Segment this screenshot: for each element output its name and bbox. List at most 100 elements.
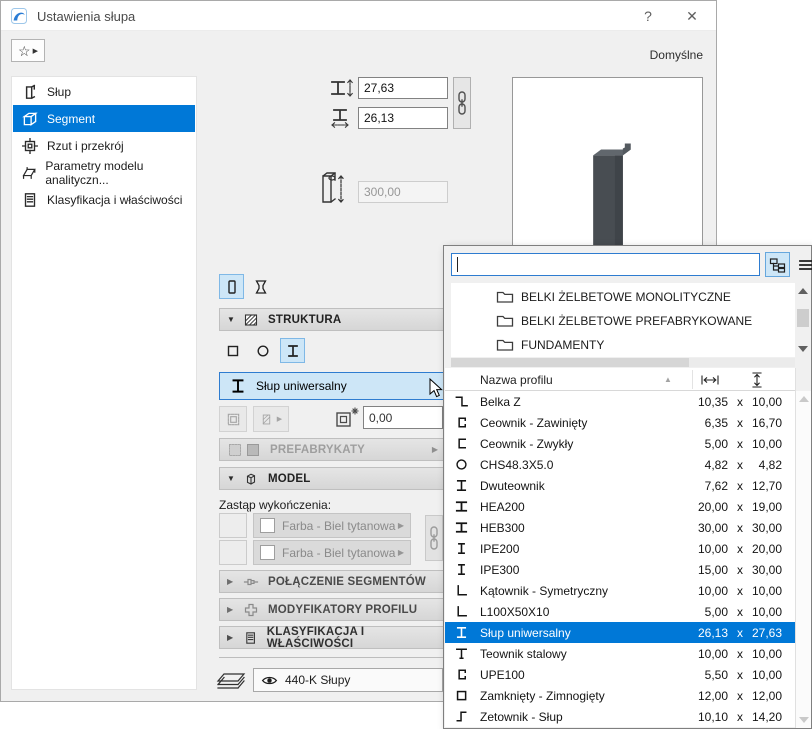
profile-name: Teownik stalowy bbox=[480, 646, 567, 661]
scroll-down-icon[interactable] bbox=[798, 346, 808, 352]
triangle-right-icon: ▶ bbox=[227, 633, 234, 642]
profile-height: 12,00 bbox=[751, 688, 782, 703]
profile-width: 10,35 bbox=[697, 394, 728, 409]
finish-top-button[interactable] bbox=[219, 513, 247, 538]
i-profile-icon bbox=[229, 377, 247, 395]
dotted-square-icon bbox=[227, 442, 243, 458]
profile-row[interactable]: Ceownik - Zawinięty 6,35 x 16,70 bbox=[445, 412, 796, 434]
sidebar-item-1[interactable]: Słup bbox=[13, 78, 195, 105]
profile-height: 30,00 bbox=[751, 520, 782, 535]
height-column-icon[interactable] bbox=[752, 372, 762, 388]
chevron-right-icon: ▶ bbox=[397, 548, 404, 557]
defaults-label[interactable]: Domyślne bbox=[601, 48, 703, 62]
profile-row[interactable]: Zetownik - Słup 10,10 x 14,20 bbox=[445, 706, 796, 727]
sidebar-item-label: Rzut i przekrój bbox=[47, 138, 124, 153]
profile-height: 14,20 bbox=[751, 709, 782, 724]
dimension-separator: x bbox=[737, 394, 743, 409]
link-dimensions-button[interactable] bbox=[453, 77, 471, 129]
profile-row[interactable]: Belka Z 10,35 x 10,00 bbox=[445, 391, 796, 413]
folder-item[interactable]: FUNDAMENTY bbox=[451, 333, 795, 357]
close-button[interactable]: ✕ bbox=[677, 4, 707, 28]
profile-name: HEA200 bbox=[480, 499, 525, 514]
profile-width-field[interactable]: 26,13 bbox=[358, 107, 448, 129]
profile-width: 5,50 bbox=[704, 667, 728, 682]
triangle-right-icon: ▶ bbox=[227, 577, 234, 586]
profile-table-header[interactable]: Nazwa profilu ▲ bbox=[445, 368, 796, 391]
section-segment-connection-label: POŁĄCZENIE SEGMENTÓW bbox=[268, 575, 426, 588]
profile-row[interactable]: Zamknięty - Zimnogięty 12,00 x 12,00 bbox=[445, 685, 796, 707]
tapered-segment-toggle[interactable] bbox=[248, 274, 273, 299]
profile-width: 5,00 bbox=[704, 604, 728, 619]
profile-height-field[interactable]: 27,63 bbox=[358, 77, 448, 99]
profile-row[interactable]: IPE300 15,00 x 30,00 bbox=[445, 559, 796, 581]
width-column-icon[interactable] bbox=[701, 375, 719, 385]
shape-rectangle-toggle[interactable] bbox=[220, 338, 245, 363]
profile-row[interactable]: Ceownik - Zwykły 5,00 x 10,00 bbox=[445, 433, 796, 455]
scrollbar-thumb[interactable] bbox=[451, 358, 689, 367]
offset-field[interactable]: 0,00 bbox=[363, 406, 443, 429]
profile-row[interactable]: Dwuteownik 7,62 x 12,70 bbox=[445, 475, 796, 497]
uniform-segment-toggle[interactable] bbox=[219, 274, 244, 299]
profile-name: HEB300 bbox=[480, 520, 525, 535]
section-profile-modifiers[interactable]: ▶ MODYFIKATORY PROFILU bbox=[219, 598, 446, 621]
t-steel-profile-icon bbox=[454, 646, 469, 661]
table-scrollbar[interactable] bbox=[796, 391, 811, 728]
tree-scrollbar[interactable] bbox=[795, 283, 811, 357]
help-button[interactable]: ? bbox=[633, 4, 663, 28]
sidebar-item-2[interactable]: Segment bbox=[13, 105, 195, 132]
name-column-header[interactable]: Nazwa profilu bbox=[480, 373, 553, 387]
profile-search-input[interactable] bbox=[451, 253, 760, 276]
profile-row[interactable]: HEB300 30,00 x 30,00 bbox=[445, 517, 796, 539]
color-swatch bbox=[260, 545, 275, 560]
profile-width: 30,00 bbox=[697, 520, 728, 535]
profile-row[interactable]: Teownik stalowy 10,00 x 10,00 bbox=[445, 643, 796, 665]
doc-lines-icon bbox=[21, 191, 39, 209]
section-segment-connection[interactable]: ▶ POŁĄCZENIE SEGMENTÓW bbox=[219, 570, 446, 593]
section-model[interactable]: ▼ MODEL bbox=[219, 467, 446, 490]
profile-row[interactable]: HEA200 20,00 x 19,00 bbox=[445, 496, 796, 518]
finish-side-button[interactable] bbox=[219, 540, 247, 565]
i-serif-profile-icon bbox=[454, 625, 469, 640]
folder-item[interactable]: BELKI ŻELBETOWE MONOLITYCZNE bbox=[451, 285, 795, 309]
scroll-up-icon[interactable] bbox=[798, 396, 809, 402]
favorites-button[interactable]: ☆ ▶ bbox=[11, 39, 45, 62]
profile-height: 10,00 bbox=[751, 436, 782, 451]
shape-profile-toggle[interactable] bbox=[280, 338, 305, 363]
profile-row[interactable]: Słup uniwersalny 26,13 x 27,63 bbox=[445, 622, 796, 644]
profile-height-value: 27,63 bbox=[364, 81, 395, 95]
profile-height: 27,63 bbox=[751, 625, 782, 640]
tree-view-button[interactable] bbox=[765, 252, 790, 277]
l-angle-profile-icon bbox=[454, 583, 469, 598]
profile-row[interactable]: CHS48.3X5.0 4,82 x 4,82 bbox=[445, 454, 796, 476]
shape-circle-toggle[interactable] bbox=[250, 338, 275, 363]
profile-row[interactable]: Kątownik - Symetryczny 10,00 x 10,00 bbox=[445, 580, 796, 602]
sidebar-item-label: Słup bbox=[47, 84, 72, 99]
sidebar-item-5[interactable]: Klasyfikacja i właściwości bbox=[13, 186, 195, 213]
sidebar-item-3[interactable]: Rzut i przekrój bbox=[13, 132, 195, 159]
section-classification[interactable]: ▶ KLASYFIKACJA I WŁAŚCIWOŚCI bbox=[219, 626, 446, 650]
profile-dropdown[interactable]: Słup uniwersalny ▶ bbox=[219, 372, 444, 400]
chevron-right-icon: ▶ bbox=[32, 47, 38, 55]
profile-row[interactable]: UPE100 5,50 x 10,00 bbox=[445, 664, 796, 686]
profile-row[interactable]: IPE200 10,00 x 20,00 bbox=[445, 538, 796, 560]
dimension-separator: x bbox=[737, 709, 743, 724]
scrollbar-thumb[interactable] bbox=[797, 309, 809, 327]
list-view-button[interactable] bbox=[793, 252, 812, 277]
scroll-up-icon[interactable] bbox=[798, 288, 808, 294]
column-height-icon bbox=[317, 168, 349, 206]
folder-item[interactable]: BELKI ŻELBETOWE PREFABRYKOWANE bbox=[451, 309, 795, 333]
section-structure[interactable]: ▼ STRUKTURA bbox=[219, 308, 446, 331]
layer-dropdown[interactable]: 440-K Słupy bbox=[253, 668, 443, 692]
scroll-down-icon[interactable] bbox=[798, 717, 809, 723]
profile-name: UPE100 bbox=[480, 667, 525, 682]
profile-row[interactable]: L100X50X10 5,00 x 10,00 bbox=[445, 601, 796, 623]
screen: Ustawienia słupa ? ✕ ☆ ▶ Domyślne Słup Se… bbox=[0, 0, 812, 729]
divider bbox=[219, 657, 446, 658]
column-separator bbox=[692, 370, 693, 389]
column-icon bbox=[21, 83, 39, 101]
triangle-down-icon: ▼ bbox=[227, 474, 235, 483]
link-finishes-button bbox=[425, 515, 443, 561]
tapered-column-icon bbox=[253, 279, 269, 295]
tree-horizontal-scrollbar[interactable] bbox=[451, 358, 795, 367]
sidebar-item-4[interactable]: Parametry modelu analityczn... bbox=[13, 159, 195, 187]
